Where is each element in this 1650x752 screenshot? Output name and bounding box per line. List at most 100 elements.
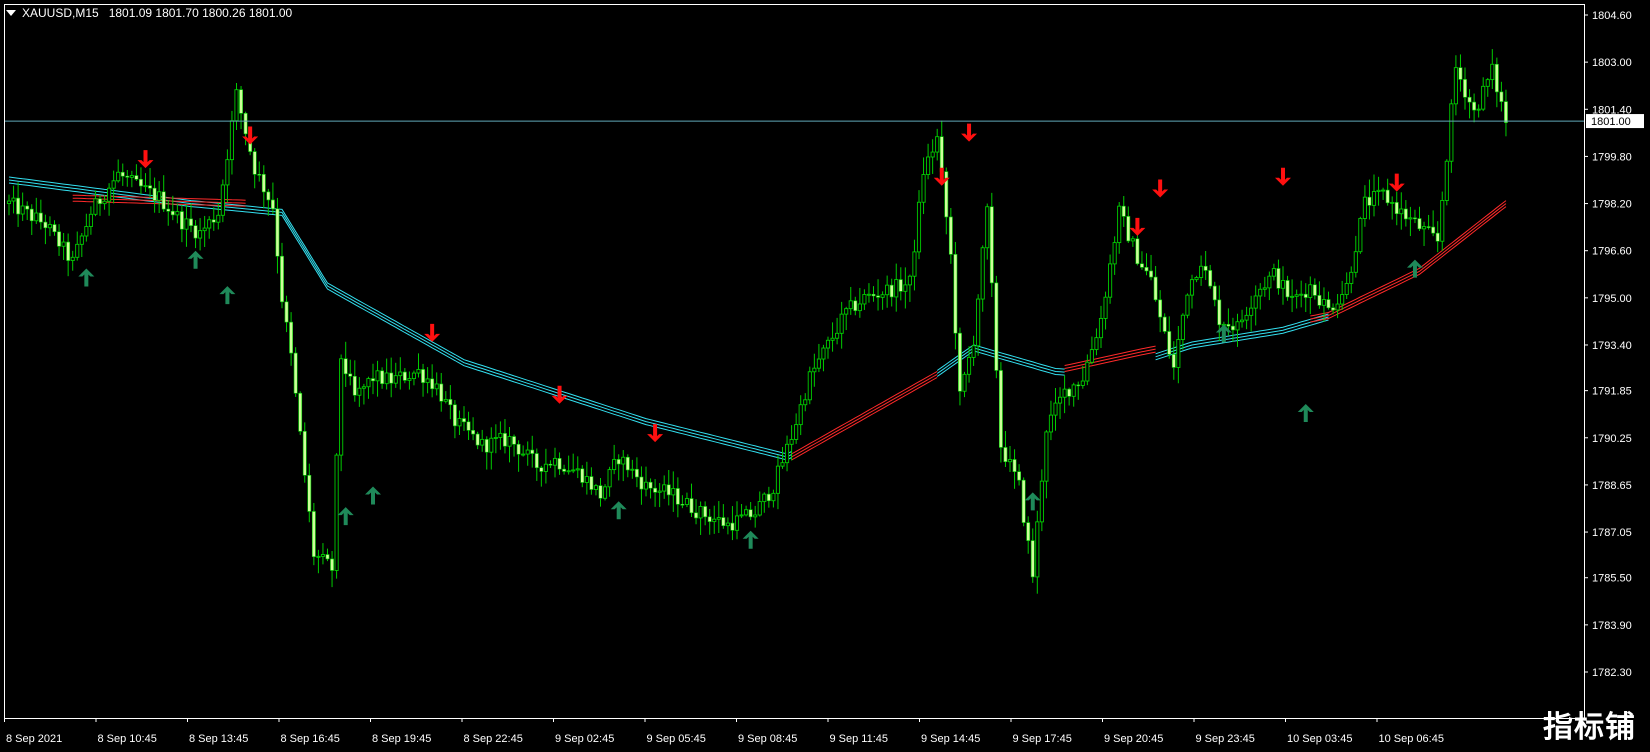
candle-body-up — [839, 313, 844, 334]
candle-body-up — [552, 457, 558, 466]
candle-body-up — [980, 247, 985, 300]
candle-body-up — [1103, 296, 1108, 319]
candle-body-down — [516, 443, 521, 455]
candle-body-down — [1413, 217, 1417, 220]
candle-body-down — [38, 212, 43, 223]
price-axis: 1804.601803.001801.401799.801798.201796.… — [1584, 10, 1644, 679]
candle-body-down — [512, 436, 516, 445]
candle-body-up — [316, 555, 321, 558]
candle-body-down — [707, 516, 712, 522]
candle-body-up — [1039, 480, 1044, 523]
candle-body-up — [857, 303, 862, 312]
candle-body-up — [848, 300, 853, 310]
sell-arrow-icon — [647, 424, 664, 443]
watermark-logo: 指标铺 — [1543, 710, 1636, 745]
candle-body-up — [1117, 205, 1122, 244]
candle-body-up — [916, 201, 922, 253]
price-tick-label: 1785.50 — [1592, 573, 1632, 585]
buy-arrow-icon — [1024, 492, 1041, 511]
candle-body-down — [1426, 226, 1431, 228]
candle-body-up — [1007, 459, 1013, 463]
candle-body-down — [1394, 202, 1399, 215]
time-axis: 8 Sep 2021 8 Sep 10:45 8 Sep 13:45 8 Sep 16… — [4, 718, 1444, 745]
candle-body-up — [1062, 388, 1067, 398]
candle-body-down — [380, 370, 385, 384]
candle-body-down — [1403, 208, 1408, 220]
candle-body-down — [766, 493, 771, 502]
candle-body-down — [1153, 276, 1158, 301]
candle-body-up — [844, 308, 849, 315]
dropdown-triangle-icon[interactable] — [6, 10, 16, 16]
candle-body-up — [1399, 208, 1404, 215]
time-tick-label: 9 Sep 14:45 — [921, 733, 980, 745]
candle-body-up — [575, 468, 580, 471]
candle-body-up — [607, 469, 612, 488]
red-band-line-1-2 — [791, 376, 938, 461]
candle-body-up — [971, 345, 976, 358]
candle-body-down — [52, 224, 57, 233]
price-chart[interactable]: 1804.601803.001801.401799.801798.201796.… — [0, 0, 1650, 752]
candle-body-down — [293, 352, 298, 394]
candle-body-down — [721, 517, 726, 526]
candle-body-up — [102, 200, 107, 205]
time-tick-label: 9 Sep 11:45 — [830, 733, 889, 745]
candle-body-down — [1030, 540, 1035, 578]
candle-body-up — [361, 386, 366, 389]
candle-body-up — [79, 235, 84, 245]
time-tick-label: 8 Sep 16:45 — [281, 733, 340, 745]
candle-body-down — [589, 476, 594, 490]
candle-body-up — [1044, 431, 1049, 482]
candle-body-down — [289, 321, 294, 354]
candle-body-up — [521, 453, 526, 456]
candle-body-up — [93, 198, 98, 215]
candle-body-up — [775, 465, 780, 494]
candle-body-up — [1299, 293, 1304, 296]
candle-body-down — [343, 358, 348, 375]
candle-body-up — [734, 515, 740, 531]
candle-body-down — [598, 485, 603, 499]
candle-body-down — [853, 300, 858, 311]
sell-arrow-icon — [1388, 173, 1405, 192]
candle-body-up — [566, 470, 571, 473]
candle-body-up — [229, 120, 235, 161]
candle-body-down — [1494, 63, 1499, 93]
candle-body-up — [1362, 196, 1367, 219]
candle-body-up — [175, 211, 180, 216]
candle-body-up — [866, 293, 871, 296]
candle-body-down — [1021, 479, 1026, 523]
candle-body-down — [1167, 331, 1172, 355]
candle-body-up — [1089, 349, 1094, 363]
candle-body-up — [202, 227, 207, 232]
candle-body-up — [75, 243, 80, 258]
time-tick-label: 8 Sep 22:45 — [464, 733, 523, 745]
candle-body-up — [821, 347, 826, 360]
candle-body-down — [694, 512, 698, 519]
candle-body-up — [1421, 226, 1427, 230]
candle-body-down — [1217, 299, 1222, 326]
candle-body-up — [812, 367, 817, 373]
candle-body-up — [684, 498, 689, 505]
buy-arrow-icon — [1297, 404, 1314, 423]
candle-body-up — [785, 443, 790, 464]
candle-body-up — [34, 212, 39, 222]
candle-body-up — [698, 506, 703, 519]
candle-body-up — [1390, 201, 1395, 204]
candle-body-up — [116, 171, 121, 182]
candle-body-up — [1180, 314, 1185, 340]
candle-body-up — [771, 492, 776, 502]
candle-body-down — [134, 175, 139, 180]
buy-arrow-icon — [1406, 259, 1423, 278]
candle-body-up — [1408, 217, 1413, 220]
candle-body-up — [885, 284, 890, 296]
candle-body-up — [880, 294, 885, 298]
candle-body-down — [29, 208, 34, 222]
price-tick-label: 1791.85 — [1592, 386, 1632, 398]
candle-body-down — [539, 467, 544, 472]
candle-body-up — [862, 294, 867, 305]
candle-body-up — [739, 514, 744, 517]
candle-body-down — [1467, 96, 1472, 103]
candle-body-down — [307, 474, 312, 512]
candle-body-up — [1267, 275, 1272, 289]
candle-body-up — [1262, 287, 1267, 290]
candle-body-down — [161, 191, 166, 210]
